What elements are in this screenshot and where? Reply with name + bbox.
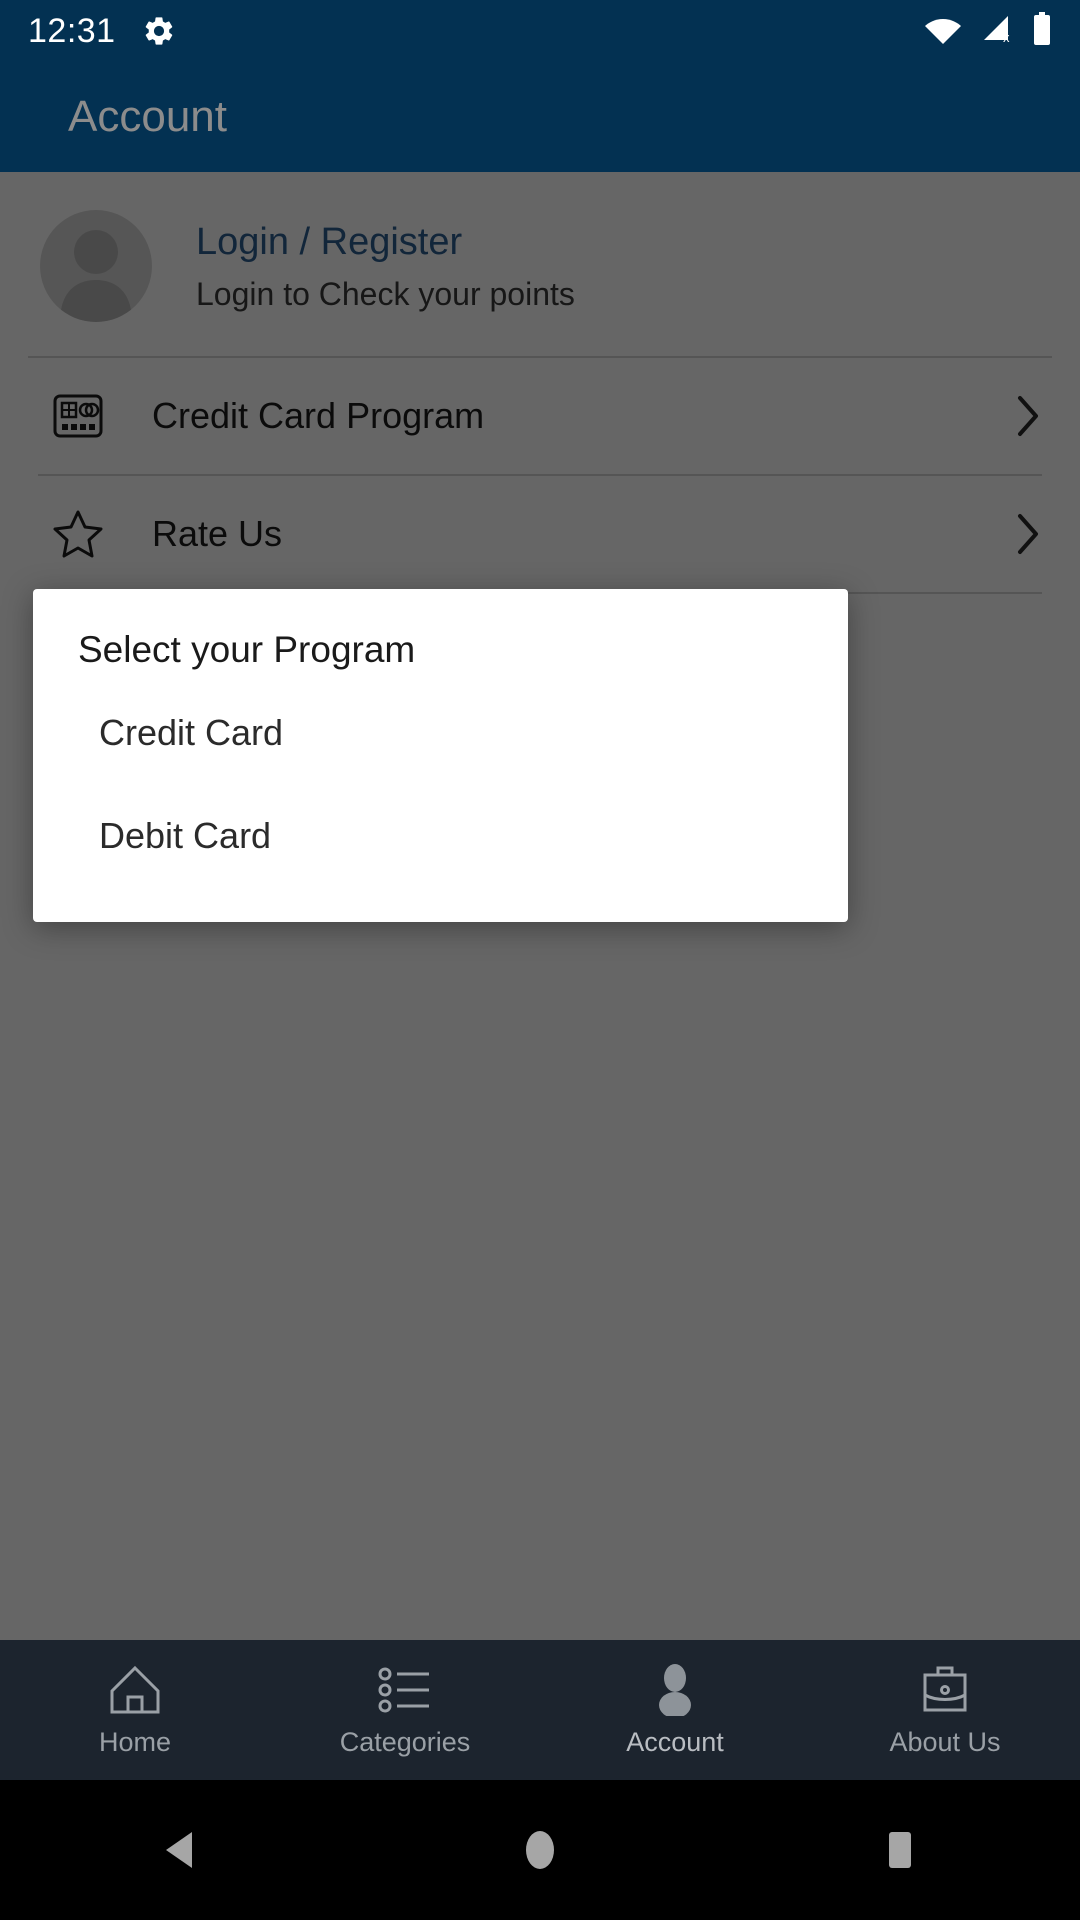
tab-label: About Us [889, 1726, 1001, 1757]
status-bar: 12:31 x [0, 0, 1080, 62]
dialog-option-credit-card[interactable]: Credit Card [99, 712, 799, 754]
tab-categories[interactable]: Categories [270, 1640, 540, 1780]
home-circle-icon[interactable] [450, 1780, 630, 1920]
svg-text:x: x [1003, 30, 1010, 44]
cellular-no-sim-icon: x [980, 14, 1014, 49]
tab-home[interactable]: Home [0, 1640, 270, 1780]
status-bar-clock: 12:31 [28, 11, 116, 50]
home-icon [108, 1663, 162, 1717]
page-title: Account [68, 92, 227, 141]
tab-label: Categories [339, 1726, 471, 1757]
select-program-dialog: Select your Program Credit Card Debit Ca… [33, 589, 848, 922]
wifi-icon [924, 14, 962, 49]
bottom-navigation: Home Categories Account About Us [0, 1640, 1080, 1789]
tab-account[interactable]: Account [540, 1640, 810, 1789]
battery-icon [1032, 11, 1052, 51]
dialog-option-debit-card[interactable]: Debit Card [99, 815, 799, 857]
recents-square-icon[interactable] [810, 1780, 990, 1920]
gear-icon [142, 14, 176, 48]
system-navigation-bar [0, 1780, 1080, 1920]
person-icon [653, 1663, 697, 1717]
tab-about-us[interactable]: About Us [810, 1640, 1080, 1780]
status-bar-icons: x [924, 11, 1052, 51]
tab-label: Account [626, 1726, 724, 1757]
briefcase-icon [918, 1663, 972, 1717]
phone-screen: Login / Register Login to Check your poi… [0, 0, 1080, 1920]
list-bullet-icon [377, 1663, 433, 1717]
tab-label: Home [98, 1726, 172, 1757]
back-triangle-icon[interactable] [90, 1780, 270, 1920]
dialog-title: Select your Program [78, 629, 416, 670]
app-bar: Account [0, 62, 1080, 172]
